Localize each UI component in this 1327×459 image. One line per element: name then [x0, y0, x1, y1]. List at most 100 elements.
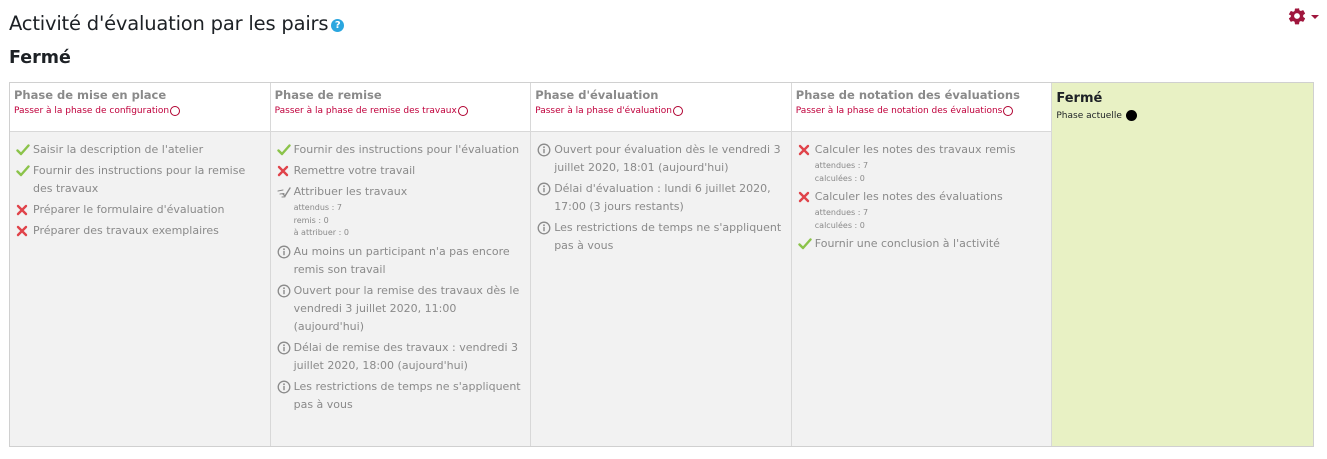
task-item: Au moins un participant n'a pas encore r…	[277, 243, 527, 279]
phase-column-active: Fermé Phase actuelle	[1052, 83, 1313, 446]
task-label: Ouvert pour la remise des travaux dès le…	[293, 283, 520, 333]
task-content: Calculer les notes des évaluations attend…	[815, 188, 1048, 232]
switch-phase-link[interactable]: Passer à la phase de notation des évalua…	[796, 106, 1048, 116]
switch-phase-label: Passer à la phase d'évaluation	[535, 106, 672, 116]
phase-title: Phase d'évaluation	[535, 88, 659, 102]
task-label: Les restrictions de temps ne s'appliquen…	[554, 221, 782, 252]
task-content: Fournir une conclusion à l'activité	[815, 235, 1048, 253]
phase-tasks: Saisir la description de l'atelier Fourni…	[10, 132, 270, 446]
task-detail-line: calculées : 0	[814, 173, 865, 183]
task-item: Préparer des travaux exemplaires	[16, 222, 266, 240]
task-details: attendues : 7 calculées : 0	[815, 207, 1048, 232]
task-label: Ouvert pour évaluation dès le vendredi 3…	[554, 143, 781, 174]
task-content: Préparer des travaux exemplaires	[33, 222, 266, 240]
cross-icon	[798, 188, 815, 206]
phase-column: Phase de notation des évaluations Passer …	[791, 83, 1053, 446]
task-label: Calculer les notes des travaux remis	[814, 143, 1016, 156]
info-icon	[277, 339, 294, 357]
phases-table: Phase de mise en place Passer à la phase …	[9, 82, 1314, 447]
phase-header: Phase de notation des évaluations Passer …	[791, 83, 1052, 132]
gear-icon	[1288, 8, 1306, 25]
active-phase-title: Fermé	[1056, 91, 1103, 106]
switch-phase-link[interactable]: Passer à la phase d'évaluation	[535, 106, 787, 116]
switch-phase-label: Passer à la phase de remise des travaux	[274, 106, 457, 116]
task-detail-line: attendus : 7	[293, 203, 342, 212]
switch-phase-circle-icon[interactable]	[457, 106, 468, 116]
phase-header: Phase d'évaluation Passer à la phase d'év…	[531, 83, 791, 132]
task-item: Fournir des instructions pour la remise …	[16, 162, 266, 198]
phase-column: Phase de remise Passer à la phase de remi…	[270, 83, 532, 446]
check-icon	[16, 141, 33, 159]
switch-phase-circle-icon[interactable]	[170, 106, 181, 116]
check-icon	[276, 141, 294, 159]
info-icon	[537, 219, 554, 237]
task-item: Calculer les notes des évaluations attend…	[798, 188, 1048, 232]
task-item: Les restrictions de temps ne s'appliquen…	[277, 378, 527, 414]
info-icon	[277, 282, 294, 300]
task-label: Fournir des instructions pour l'évaluati…	[293, 143, 520, 156]
task-content: Calculer les notes des travaux remis atte…	[815, 141, 1048, 185]
task-label: Remettre votre travail	[293, 164, 416, 177]
check-icon	[798, 235, 815, 253]
info-icon	[537, 141, 554, 159]
cross-icon	[277, 162, 294, 180]
task-item: Délai de remise des travaux : vendredi 3…	[277, 339, 527, 375]
cross-icon	[16, 201, 33, 219]
task-item: Les restrictions de temps ne s'appliquen…	[537, 219, 787, 255]
help-icon[interactable]: ?	[331, 19, 345, 32]
switch-phase-link[interactable]: Passer à la phase de configuration	[14, 106, 266, 116]
task-content: Préparer le formulaire d'évaluation	[33, 201, 266, 219]
task-label: Fournir des instructions pour la remise …	[33, 164, 246, 195]
task-content: Remettre votre travail	[294, 162, 527, 180]
phase-title: Phase de mise en place	[14, 88, 167, 102]
task-detail-line: calculées : 0	[814, 220, 865, 230]
task-label: Saisir la description de l'atelier	[33, 143, 204, 156]
phase-title: Phase de remise	[274, 88, 382, 102]
phase-tasks: Calculer les notes des travaux remis atte…	[792, 132, 1052, 446]
phase-header: Fermé Phase actuelle	[1052, 83, 1313, 132]
task-label: Les restrictions de temps ne s'appliquen…	[293, 379, 521, 411]
task-details: attendues : 7 calculées : 0	[815, 160, 1048, 185]
workshop-page: Activité d'évaluation par les pairs ? Fe…	[0, 0, 1327, 459]
task-content: Saisir la description de l'atelier	[33, 141, 266, 159]
task-content: Fournir des instructions pour la remise …	[33, 162, 266, 198]
task-content: Fournir des instructions pour l'évaluati…	[294, 141, 527, 159]
task-item: Préparer le formulaire d'évaluation	[16, 201, 266, 219]
task-item: Fournir des instructions pour l'évaluati…	[276, 141, 527, 159]
check-icon	[16, 162, 33, 180]
switch-phase-circle-icon[interactable]	[1003, 106, 1014, 116]
settings-menu-button[interactable]	[1287, 6, 1319, 26]
chevron-down-icon	[1311, 15, 1319, 19]
task-label: Calculer les notes des évaluations	[814, 190, 1003, 203]
current-phase-heading: Fermé	[9, 48, 71, 68]
allocate-icon	[277, 183, 294, 201]
task-detail-line: attendues : 7	[814, 208, 869, 217]
task-content: Les restrictions de temps ne s'appliquen…	[554, 219, 787, 255]
task-content: Délai de remise des travaux : vendredi 3…	[294, 339, 527, 375]
phase-column: Phase d'évaluation Passer à la phase d'év…	[531, 83, 792, 446]
switch-phase-circle-icon[interactable]	[673, 106, 683, 116]
task-label: Préparer des travaux exemplaires	[33, 224, 219, 237]
task-content: Délai d'évaluation : lundi 6 juillet 202…	[554, 180, 787, 216]
task-content: Les restrictions de temps ne s'appliquen…	[294, 378, 527, 414]
task-item: Attribuer les travaux attendus : 7 remis :…	[277, 183, 527, 240]
task-details: attendus : 7 remis : 0 à attribuer : 0	[294, 202, 527, 240]
phase-title: Phase de notation des évaluations	[795, 88, 1020, 102]
task-item: Saisir la description de l'atelier	[16, 141, 266, 159]
task-content: Ouvert pour évaluation dès le vendredi 3…	[554, 141, 787, 177]
task-content: Au moins un participant n'a pas encore r…	[294, 243, 527, 279]
task-item: Ouvert pour évaluation dès le vendredi 3…	[537, 141, 787, 177]
task-label: Délai d'évaluation : lundi 6 juillet 202…	[554, 182, 771, 213]
switch-phase-label: Passer à la phase de configuration	[14, 106, 170, 116]
task-item: Délai d'évaluation : lundi 6 juillet 202…	[537, 180, 787, 216]
phase-tasks: Ouvert pour évaluation dès le vendredi 3…	[531, 132, 791, 446]
task-label: Préparer le formulaire d'évaluation	[33, 203, 225, 216]
info-icon	[277, 243, 294, 261]
phase-header: Phase de mise en place Passer à la phase …	[10, 83, 270, 132]
task-detail-line: remis : 0	[293, 215, 329, 225]
task-label: Attribuer les travaux	[293, 185, 408, 198]
switch-phase-link[interactable]: Passer à la phase de remise des travaux	[275, 106, 527, 116]
task-label: Fournir une conclusion à l'activité	[814, 237, 1000, 250]
task-content: Attribuer les travaux attendus : 7 remis :…	[294, 183, 527, 240]
task-item: Ouvert pour la remise des travaux dès le…	[277, 282, 527, 336]
